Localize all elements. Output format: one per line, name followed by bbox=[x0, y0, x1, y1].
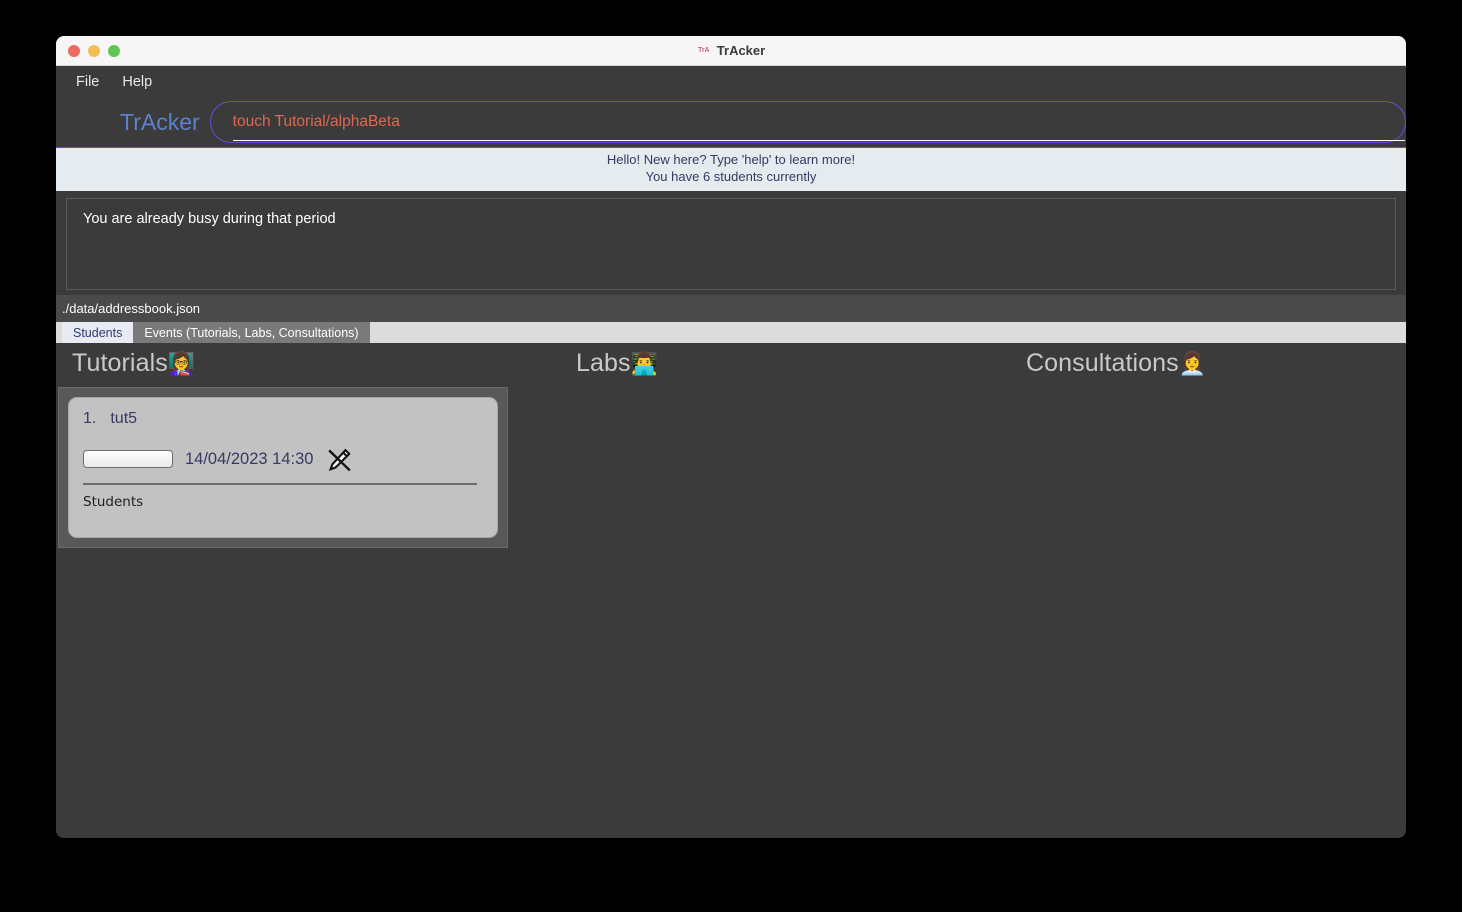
consultations-title: Consultations bbox=[1026, 348, 1179, 377]
labs-section-header: Labs 👨‍💻 bbox=[516, 343, 971, 383]
tutorials-section-header: Tutorials 👩‍🏫 bbox=[56, 343, 516, 383]
menu-item-help[interactable]: Help bbox=[122, 74, 152, 90]
app-brand-label: TrAcker bbox=[120, 108, 200, 135]
consultation-desk-icon: 👩‍💼 bbox=[1178, 351, 1207, 376]
result-display-box: You are already busy during that period bbox=[66, 198, 1396, 290]
tutorial-card[interactable]: 1. tut5 14/04/2023 14:30 Students bbox=[68, 397, 498, 538]
tab-strip: Students Events (Tutorials, Labs, Consul… bbox=[56, 322, 1406, 343]
greeting-banner: Hello! New here? Type 'help' to learn mo… bbox=[56, 147, 1406, 191]
tab-events-label: Events (Tutorials, Labs, Consultations) bbox=[144, 325, 359, 340]
app-favicon-icon: TrA bbox=[696, 43, 711, 58]
tab-students[interactable]: Students bbox=[62, 322, 134, 343]
window-title-group: TrA TrAcker bbox=[56, 43, 1406, 58]
column-tutorials: Tutorials 👩‍🏫 1. tut5 14/04/2023 14:30 bbox=[56, 343, 516, 838]
result-area: You are already busy during that period bbox=[56, 191, 1406, 295]
window-title: TrAcker bbox=[716, 43, 766, 58]
events-content-area: Tutorials 👩‍🏫 1. tut5 14/04/2023 14:30 bbox=[56, 343, 1406, 838]
teacher-icon: 👩‍🏫 bbox=[167, 351, 196, 376]
command-input[interactable] bbox=[210, 102, 1405, 142]
column-consultations: Consultations 👩‍💼 bbox=[971, 343, 1406, 838]
labs-title: Labs bbox=[576, 348, 631, 377]
result-message: You are already busy during that period bbox=[83, 211, 336, 227]
no-edit-pencil-icon bbox=[325, 446, 353, 474]
greeting-line-1: Hello! New here? Type 'help' to learn mo… bbox=[606, 152, 856, 167]
command-bar: TrAcker bbox=[56, 97, 1406, 147]
data-file-path-bar: ./data/addressbook.json bbox=[56, 295, 1406, 322]
tutorial-card-field-box bbox=[83, 450, 173, 468]
menu-bar: File Help bbox=[56, 66, 1406, 97]
tutorial-card-datetime: 14/04/2023 14:30 bbox=[185, 449, 314, 468]
tutorials-list-panel[interactable]: 1. tut5 14/04/2023 14:30 Students bbox=[58, 387, 508, 548]
data-file-path: ./data/addressbook.json bbox=[62, 301, 201, 316]
tutorials-title: Tutorials bbox=[72, 348, 168, 377]
tutorial-card-meta-row: 14/04/2023 14:30 bbox=[83, 445, 483, 473]
command-input-container[interactable] bbox=[209, 101, 1406, 143]
greeting-line-2: You have 6 students currently bbox=[645, 168, 817, 184]
tab-students-label: Students bbox=[73, 325, 123, 340]
tutorial-card-subhead: Students bbox=[83, 493, 144, 510]
computer-lab-icon: 👨‍💻 bbox=[630, 351, 659, 376]
window-titlebar: TrA TrAcker bbox=[56, 36, 1406, 66]
consultations-section-header: Consultations 👩‍💼 bbox=[971, 343, 1406, 383]
app-window: TrA TrAcker File Help TrAcker Hello! New… bbox=[56, 36, 1406, 838]
column-labs: Labs 👨‍💻 bbox=[516, 343, 971, 838]
tutorial-card-index: 1. bbox=[83, 410, 97, 427]
tab-events[interactable]: Events (Tutorials, Labs, Consultations) bbox=[133, 322, 370, 343]
tutorial-card-title-row: 1. tut5 bbox=[83, 410, 483, 428]
menu-item-file[interactable]: File bbox=[76, 74, 99, 90]
command-input-underline bbox=[232, 139, 1405, 141]
tutorial-card-name: tut5 bbox=[110, 410, 138, 427]
tutorial-card-divider bbox=[83, 483, 477, 485]
